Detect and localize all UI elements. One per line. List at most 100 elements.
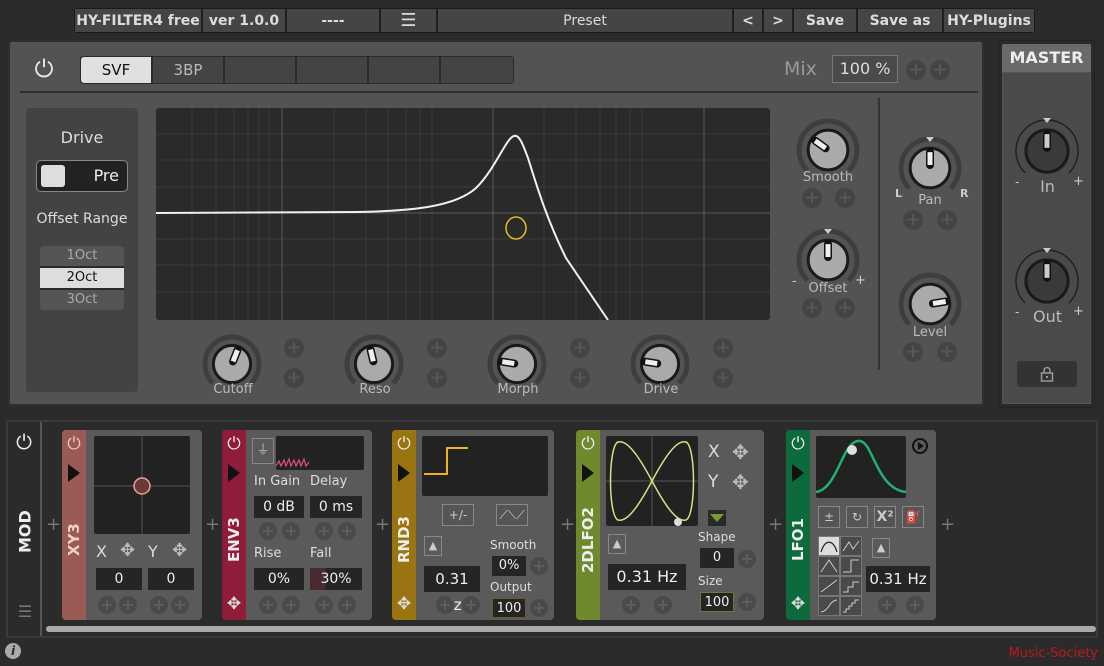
mod-add-icon[interactable]: + xyxy=(98,596,116,614)
smooth-mode-icon[interactable]: ⟋⟍⟋ xyxy=(496,504,528,526)
in-gain-value[interactable]: 0 dB xyxy=(254,496,304,518)
2dlfo-rate-value[interactable]: 0.31 Hz xyxy=(608,564,686,590)
preset-selector[interactable]: Preset xyxy=(438,9,734,32)
add-module-icon[interactable]: + xyxy=(205,514,220,535)
rise-value[interactable]: 0% xyxy=(254,568,304,590)
mod-add-icon[interactable]: + xyxy=(171,596,189,614)
tab-svf[interactable]: SVF xyxy=(81,57,153,83)
module-play-icon[interactable] xyxy=(398,464,410,482)
module-play-icon[interactable] xyxy=(228,464,240,482)
sidechain-plug-icon[interactable]: ⏚ xyxy=(252,438,274,464)
smooth-mod-add-icon[interactable]: + xyxy=(802,188,822,208)
wave-curve-button[interactable] xyxy=(818,596,840,616)
mod-add-icon[interactable]: + xyxy=(738,593,756,611)
pan-mod-add-icon[interactable]: + xyxy=(903,210,923,230)
fall-value[interactable]: 30% xyxy=(310,568,362,590)
mod-add-icon[interactable]: + xyxy=(119,596,137,614)
prev-preset-button[interactable]: < xyxy=(734,9,764,32)
x-drag-icon[interactable]: ✥ xyxy=(732,440,749,464)
module-power-icon[interactable]: ⏻ xyxy=(64,434,84,454)
module-move-icon[interactable]: ✥ xyxy=(224,594,244,614)
cutoff-reso-handle[interactable] xyxy=(505,216,527,240)
wave-multistep-button[interactable] xyxy=(840,596,862,616)
pan-mod-add-icon[interactable]: + xyxy=(937,210,957,230)
mix-mod-add-icon[interactable]: + xyxy=(906,60,926,80)
wave-random-button[interactable] xyxy=(840,536,862,556)
reso-mod-add-icon[interactable]: + xyxy=(427,338,447,358)
mod-add-icon[interactable]: + xyxy=(738,550,756,568)
loop-icon[interactable]: ↻ xyxy=(846,506,868,528)
mod-add-icon[interactable]: + xyxy=(150,596,168,614)
x-drag-icon[interactable]: ✥ xyxy=(120,540,135,561)
mix-value[interactable]: 100 % xyxy=(832,55,898,83)
mod-horizontal-scrollbar[interactable] xyxy=(46,626,1096,632)
master-out-knob[interactable] xyxy=(1013,247,1081,315)
pan-knob[interactable] xyxy=(898,136,962,200)
exponent-x2-icon[interactable]: X² xyxy=(874,506,896,528)
hamburger-menu-icon[interactable]: ☰ xyxy=(381,9,438,32)
size-value[interactable]: 100 xyxy=(700,592,734,612)
lock-button[interactable] xyxy=(1017,361,1077,387)
add-module-icon[interactable]: + xyxy=(46,514,61,535)
wave-square-button[interactable] xyxy=(840,556,862,576)
bipolar-toggle-icon[interactable]: ± xyxy=(818,506,840,528)
fuel-pump-icon[interactable]: ⛽ xyxy=(902,506,924,528)
mod-add-icon[interactable]: + xyxy=(259,596,277,614)
module-move-icon[interactable]: ✥ xyxy=(788,594,808,614)
x-value[interactable]: 0 xyxy=(96,568,142,590)
tab-empty-4[interactable] xyxy=(297,57,369,83)
y-drag-icon[interactable]: ✥ xyxy=(172,540,187,561)
cutoff-mod-add-icon[interactable]: + xyxy=(284,338,304,358)
cutoff-mod-add-icon[interactable]: + xyxy=(284,368,304,388)
tab-empty-3[interactable] xyxy=(225,57,297,83)
brand-button[interactable]: HY-Plugins xyxy=(944,9,1034,32)
shape-value[interactable]: 0 xyxy=(700,548,734,568)
mod-add-icon[interactable]: + xyxy=(436,596,454,614)
filter-power-icon[interactable]: ⏻ xyxy=(31,56,57,82)
module-play-icon[interactable] xyxy=(582,464,594,482)
morph-mod-add-icon[interactable]: + xyxy=(570,338,590,358)
wave-sine-button[interactable] xyxy=(818,536,840,556)
mod-add-icon[interactable]: + xyxy=(878,596,896,614)
smooth-mod-add-icon[interactable]: + xyxy=(835,188,855,208)
rnd-rate-value[interactable]: 0.31 Hz xyxy=(424,566,480,614)
mod-add-icon[interactable]: + xyxy=(654,596,672,614)
level-mod-add-icon[interactable]: + xyxy=(903,342,923,362)
lfo-retrigger-play-icon[interactable] xyxy=(912,438,928,454)
mod-add-icon[interactable]: + xyxy=(622,596,640,614)
module-play-icon[interactable] xyxy=(792,464,804,482)
offset-mod-add-icon[interactable]: + xyxy=(802,298,822,318)
mod-menu-icon[interactable]: ☰ xyxy=(14,602,36,621)
delay-value[interactable]: 0 ms xyxy=(310,496,362,518)
mod-add-icon[interactable]: + xyxy=(282,522,300,540)
offset-range-2oct[interactable]: 2Oct xyxy=(40,268,124,288)
mod-add-icon[interactable]: + xyxy=(906,596,924,614)
mod-add-icon[interactable]: + xyxy=(530,599,548,617)
mod-add-icon[interactable]: + xyxy=(338,596,356,614)
y-drag-icon[interactable]: ✥ xyxy=(732,470,749,494)
tab-empty-5[interactable] xyxy=(369,57,441,83)
mod-add-icon[interactable]: + xyxy=(259,522,277,540)
offset-range-3oct[interactable]: 3Oct xyxy=(40,290,124,310)
module-move-icon[interactable]: ✥ xyxy=(394,594,414,614)
xy-point[interactable] xyxy=(133,477,151,495)
metronome-sync-icon[interactable]: ▲ xyxy=(608,534,626,554)
mix-mod-add-icon[interactable]: + xyxy=(930,60,950,80)
filter-response-graph[interactable] xyxy=(156,108,770,320)
add-module-icon[interactable]: + xyxy=(375,514,390,535)
offset-range-1oct[interactable]: 1Oct xyxy=(40,246,124,266)
module-play-icon[interactable] xyxy=(68,464,80,482)
tab-3bp[interactable]: 3BP xyxy=(153,57,225,83)
mod-add-icon[interactable]: + xyxy=(282,596,300,614)
drive-pre-toggle[interactable]: Pre xyxy=(36,160,128,192)
info-icon[interactable]: i xyxy=(5,643,21,659)
xy-pad[interactable] xyxy=(94,436,190,534)
wave-saw-button[interactable] xyxy=(818,576,840,596)
tab-empty-6[interactable] xyxy=(441,57,513,83)
metronome-sync-icon[interactable]: ▲ xyxy=(424,536,442,556)
y-value[interactable]: 0 xyxy=(148,568,194,590)
offset-mod-add-icon[interactable]: + xyxy=(835,298,855,318)
slot-selector[interactable]: ---- xyxy=(287,9,381,32)
mod-add-icon[interactable]: + xyxy=(530,557,548,575)
wave-triangle-button[interactable] xyxy=(818,556,840,576)
